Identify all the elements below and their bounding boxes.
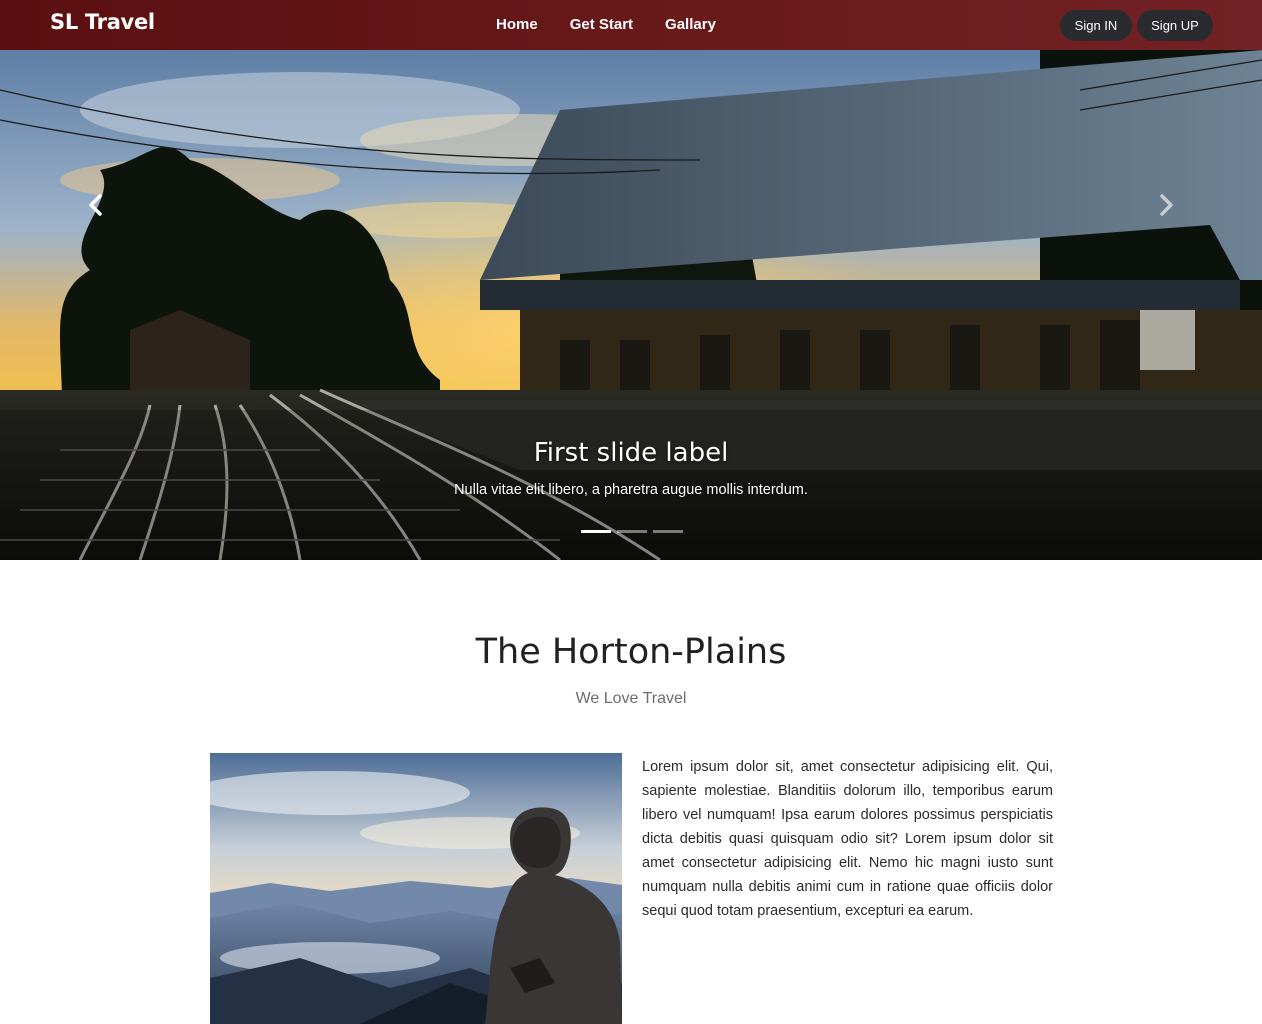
carousel-indicator-3[interactable] (653, 530, 683, 533)
section-subtitle: We Love Travel (575, 690, 687, 707)
sign-in-button[interactable]: Sign IN (1060, 10, 1132, 41)
chevron-left-icon (89, 194, 102, 216)
carousel-indicators (581, 530, 683, 533)
section-body-text: Lorem ipsum dolor sit, amet consectetur … (642, 759, 1053, 919)
carousel-next-button[interactable] (1152, 190, 1182, 220)
nav-link-home[interactable]: Home (496, 16, 538, 33)
carousel-prev-button[interactable] (80, 190, 110, 220)
nav-link-gallary[interactable]: Gallary (665, 16, 716, 33)
slide-caption-title: First slide label (533, 438, 729, 468)
carousel-indicator-1[interactable] (581, 530, 611, 533)
auth-buttons: Sign IN Sign UP (1060, 10, 1213, 41)
nav-links: Home Get Start Gallary (496, 16, 748, 33)
section-title: The Horton-Plains (475, 632, 787, 672)
slide-caption-text: Nulla vitae elit libero, a pharetra augu… (454, 482, 808, 498)
brand-logo-link[interactable]: SL Travel (50, 10, 155, 34)
traveler-photo (210, 753, 622, 1024)
top-navbar: SL Travel Home Get Start Gallary Sign IN… (0, 0, 1262, 50)
carousel-indicator-2[interactable] (617, 530, 647, 533)
sign-up-button[interactable]: Sign UP (1137, 10, 1213, 41)
mountain-view-image (210, 753, 622, 1024)
nav-link-get-start[interactable]: Get Start (570, 16, 633, 33)
chevron-right-icon (1160, 194, 1173, 216)
hero-carousel: First slide label Nulla vitae elit liber… (0, 50, 1262, 560)
